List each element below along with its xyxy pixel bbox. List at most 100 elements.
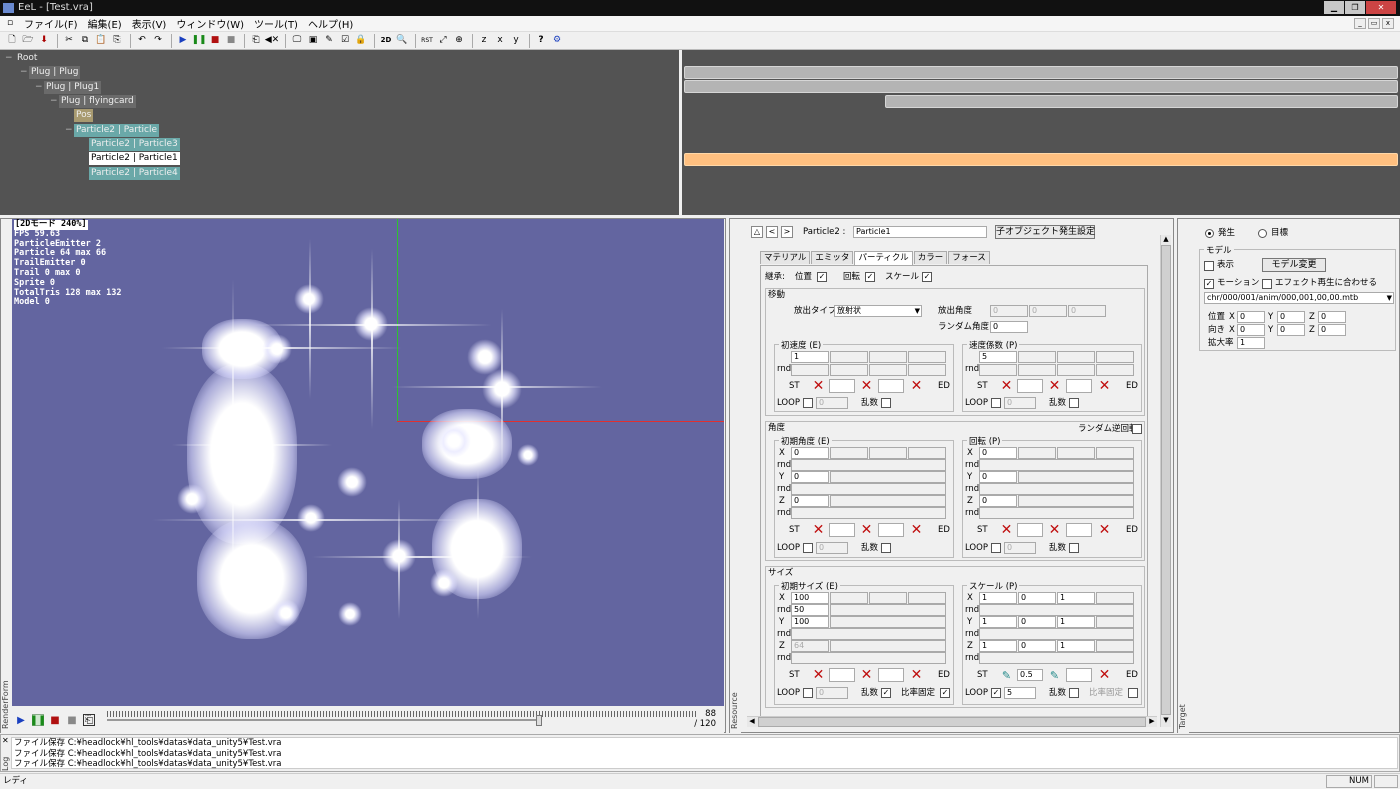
init-size-x[interactable]: 100 xyxy=(791,592,829,604)
rotation-y[interactable]: 0 xyxy=(979,471,1017,483)
loop-count-input[interactable]: 0 xyxy=(816,397,848,409)
init-angle-x-rnd[interactable] xyxy=(791,459,946,471)
rotation-z-rnd[interactable] xyxy=(979,507,1134,519)
tree-node[interactable]: Plug | Plug xyxy=(29,66,81,79)
init-size-y[interactable] xyxy=(830,616,946,628)
edit-window-icon[interactable]: ✎ xyxy=(322,34,336,48)
zoom-fit-icon[interactable]: ⊕ xyxy=(452,34,466,48)
scroll-right-icon[interactable]: ▶ xyxy=(1147,717,1157,727)
target-pos-y[interactable]: 0 xyxy=(1277,311,1305,323)
init-size-x-rnd[interactable] xyxy=(830,604,946,616)
init-size-z[interactable]: 64 xyxy=(791,640,829,652)
random-checkbox[interactable] xyxy=(881,543,891,553)
scale-z[interactable] xyxy=(1096,640,1134,652)
undo-icon[interactable]: ↶ xyxy=(135,34,149,48)
reset-view-icon[interactable]: RST xyxy=(420,34,434,48)
random-checkbox[interactable] xyxy=(881,398,891,408)
loop-checkbox[interactable] xyxy=(991,398,1001,408)
init-speed-input[interactable]: 1 xyxy=(791,351,829,363)
help-icon[interactable]: ? xyxy=(534,34,548,48)
scale-y[interactable]: 1 xyxy=(1057,616,1095,628)
fit-view-icon[interactable]: ⤢ xyxy=(436,34,450,48)
random-reverse-checkbox[interactable] xyxy=(1132,424,1142,434)
init-angle-z-rnd[interactable] xyxy=(791,507,946,519)
scroll-up-icon[interactable]: ▲ xyxy=(1161,235,1171,245)
init-size-z-rnd[interactable] xyxy=(791,652,946,664)
random-checkbox[interactable] xyxy=(1069,543,1079,553)
log-close-icon[interactable]: ✕ xyxy=(2,736,9,745)
curve-field[interactable] xyxy=(1017,379,1043,393)
curve-field[interactable] xyxy=(829,523,855,537)
init-angle-x[interactable] xyxy=(908,447,946,459)
collapse-icon[interactable]: − xyxy=(5,52,13,65)
paste-special-icon[interactable]: ⎘ xyxy=(110,34,124,48)
curve-disabled-icon[interactable]: ✕ xyxy=(859,668,874,683)
loop-checkbox[interactable]: ✓ xyxy=(991,688,1001,698)
tree-node[interactable]: Pos xyxy=(74,109,94,122)
target-pos-z[interactable]: 0 xyxy=(1318,311,1346,323)
settings-gear-icon[interactable]: ⚙ xyxy=(550,34,564,48)
random-checkbox[interactable] xyxy=(1069,398,1079,408)
inherit-rot-checkbox[interactable]: ✓ xyxy=(865,272,875,282)
axis-z-icon[interactable]: z xyxy=(477,34,491,48)
ratio-fix-checkbox[interactable]: ✓ xyxy=(940,688,950,698)
random-angle-input[interactable]: 0 xyxy=(990,321,1028,333)
view-2d-icon[interactable]: 2D xyxy=(379,34,393,48)
scale-z[interactable]: 1 xyxy=(979,640,1017,652)
init-speed-input[interactable] xyxy=(869,351,907,363)
init-size-y[interactable]: 100 xyxy=(791,616,829,628)
rotation-x[interactable]: 0 xyxy=(979,447,1017,459)
scale-z-rnd[interactable] xyxy=(979,652,1134,664)
curve-disabled-icon[interactable]: ✕ xyxy=(1097,379,1112,394)
motion-checkbox[interactable]: ✓ xyxy=(1204,279,1214,289)
model-change-button[interactable]: モデル変更 xyxy=(1262,258,1326,272)
curve-field[interactable] xyxy=(878,379,904,393)
curve-field[interactable] xyxy=(1066,379,1092,393)
timeline-bar[interactable] xyxy=(684,66,1398,79)
speed-coef-rnd[interactable] xyxy=(1018,364,1056,376)
loop-count-input[interactable]: 0 xyxy=(1004,397,1036,409)
init-speed-rnd[interactable] xyxy=(791,364,829,376)
curve-field[interactable] xyxy=(1066,523,1092,537)
pause-icon[interactable]: ❚❚ xyxy=(191,34,206,48)
show-checkbox[interactable] xyxy=(1204,261,1214,271)
init-angle-x[interactable] xyxy=(869,447,907,459)
target-pos-x[interactable]: 0 xyxy=(1237,311,1265,323)
tree-node-root[interactable]: Root xyxy=(15,52,39,65)
init-angle-y[interactable] xyxy=(830,471,946,483)
collapse-icon[interactable]: − xyxy=(50,95,58,108)
collapse-icon[interactable]: − xyxy=(65,124,73,137)
speed-coef-rnd[interactable] xyxy=(979,364,1017,376)
curve-disabled-icon[interactable]: ✕ xyxy=(811,379,826,394)
init-size-x[interactable] xyxy=(830,592,868,604)
random-checkbox[interactable]: ✓ xyxy=(881,688,891,698)
rotation-z[interactable] xyxy=(1018,495,1134,507)
scale-y[interactable]: 0 xyxy=(1018,616,1056,628)
curve-field[interactable] xyxy=(1066,668,1092,682)
loop-checkbox[interactable] xyxy=(991,543,1001,553)
axis-x-icon[interactable]: x xyxy=(493,34,507,48)
curve-disabled-icon[interactable]: ✕ xyxy=(909,668,924,683)
curve-field[interactable] xyxy=(829,668,855,682)
scale-x[interactable]: 1 xyxy=(979,592,1017,604)
child-restore-icon[interactable]: ▭ xyxy=(1368,18,1380,29)
lock-icon[interactable]: 🔒 xyxy=(354,34,368,48)
rotation-y[interactable] xyxy=(1018,471,1134,483)
loop-count-input[interactable]: 0 xyxy=(816,542,848,554)
tab-material[interactable]: マテリアル xyxy=(760,251,811,264)
curve-field[interactable] xyxy=(878,668,904,682)
tab-emitter[interactable]: エミッタ xyxy=(811,251,854,264)
tree-node-selected[interactable]: Particle2 | Particle1 xyxy=(89,152,180,165)
init-size-x-rnd[interactable]: 50 xyxy=(791,604,829,616)
menu-view[interactable]: 表示(V) xyxy=(127,16,172,31)
scale-y-rnd[interactable] xyxy=(979,628,1134,640)
check-window-icon[interactable]: ☑ xyxy=(338,34,352,48)
new-file-icon[interactable]: 🗋 xyxy=(5,34,19,48)
speed-coef-input[interactable]: 5 xyxy=(979,351,1017,363)
scale-x[interactable]: 1 xyxy=(1057,592,1095,604)
child-minimize-icon[interactable]: _ xyxy=(1354,18,1366,29)
export-icon[interactable]: ⎗ xyxy=(249,34,263,48)
menu-tools[interactable]: ツール(T) xyxy=(249,16,303,31)
copy-icon[interactable]: ⧉ xyxy=(78,34,92,48)
tree-node[interactable]: Particle2 | Particle4 xyxy=(89,167,180,180)
